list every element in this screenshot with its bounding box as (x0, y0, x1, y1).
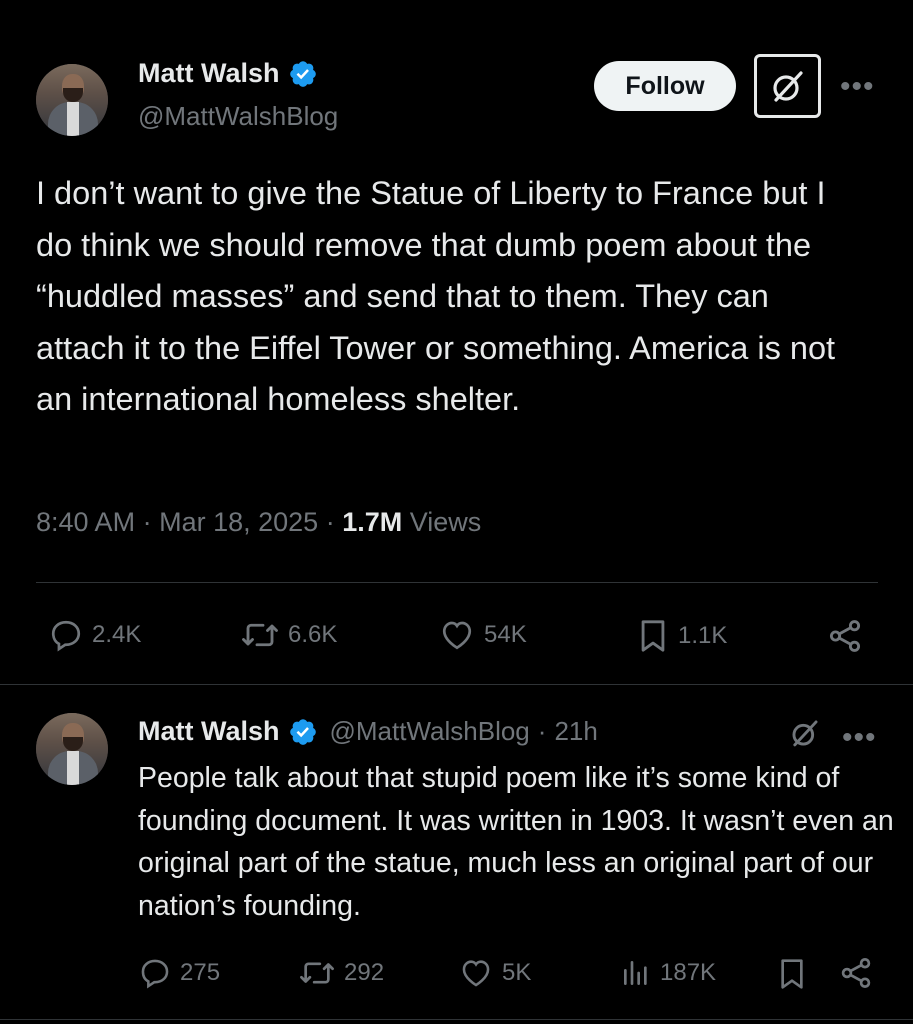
reply-reply-button[interactable]: 275 (138, 956, 220, 990)
tweet-time[interactable]: 8:40 AM (36, 507, 135, 537)
reply-author-name-text[interactable]: Matt Walsh (138, 716, 280, 747)
views-label: Views (409, 507, 482, 537)
reply-button[interactable]: 2.4K (48, 617, 141, 653)
author-name[interactable]: Matt Walsh (138, 58, 318, 89)
author-name-text[interactable]: Matt Walsh (138, 58, 280, 89)
repost-icon (300, 962, 334, 984)
reply-repost-button[interactable]: 292 (298, 956, 384, 990)
section-divider (0, 684, 913, 685)
bookmark-icon (641, 620, 665, 652)
reply-text: People talk about that stupid poem like … (138, 762, 894, 922)
reply-avatar[interactable] (36, 713, 108, 785)
tweet-meta: 8:40 AM · Mar 18, 2025 · 1.7M Views (36, 507, 481, 538)
reply-bookmark-button[interactable] (776, 956, 808, 992)
meta-separator: · (325, 507, 343, 537)
repost-icon (242, 623, 278, 647)
tweet-thread: Matt Walsh @MattWalshBlog Follow ••• I d… (0, 0, 913, 1024)
views-icon (624, 961, 647, 985)
more-icon[interactable]: ••• (842, 723, 877, 753)
reply-reply-count: 275 (180, 959, 221, 986)
repost-button[interactable]: 6.6K (240, 617, 337, 653)
bottom-divider (0, 1019, 913, 1020)
bookmark-button[interactable]: 1.1K (636, 617, 727, 655)
reply-separator: · (537, 716, 547, 746)
share-icon (841, 958, 871, 988)
follow-button[interactable]: Follow (594, 61, 736, 111)
bookmark-count: 1.1K (678, 622, 728, 649)
like-count: 54K (484, 621, 527, 648)
reply-repost-count: 292 (344, 959, 385, 986)
grok-icon (772, 71, 803, 102)
share-icon (829, 620, 861, 652)
grok-icon[interactable] (788, 716, 822, 750)
author-handle[interactable]: @MattWalshBlog (138, 101, 338, 132)
reply-icon (51, 620, 81, 652)
verified-badge-icon (289, 60, 316, 87)
divider (36, 582, 878, 583)
like-icon (442, 621, 472, 650)
avatar[interactable] (36, 64, 108, 136)
reply-like-count: 5K (502, 959, 532, 986)
reply-author-name[interactable]: Matt Walsh @MattWalshBlog · 21h (138, 716, 598, 747)
reply-age[interactable]: 21h (554, 716, 597, 747)
bookmark-icon (781, 959, 803, 989)
tweet-text: I don’t want to give the Statue of Liber… (36, 175, 836, 417)
verified-badge-icon (289, 718, 316, 745)
reply-like-button[interactable]: 5K (458, 956, 531, 990)
more-icon[interactable]: ••• (840, 72, 875, 102)
like-button[interactable]: 54K (438, 617, 527, 653)
reply-icon (141, 959, 169, 989)
grok-button[interactable] (754, 54, 821, 118)
reply-views-count: 187K (660, 959, 717, 986)
views-count: 1.7M (342, 507, 403, 537)
reply-count: 2.4K (92, 621, 142, 648)
like-icon (462, 960, 490, 987)
tweet-date[interactable]: Mar 18, 2025 (159, 507, 318, 537)
meta-separator: · (142, 507, 160, 537)
share-button[interactable] (826, 617, 864, 655)
reply-views-button[interactable]: 187K (620, 956, 716, 990)
reply-author-handle[interactable]: @MattWalshBlog (330, 716, 530, 747)
reply-share-button[interactable] (838, 955, 874, 991)
repost-count: 6.6K (288, 621, 338, 648)
